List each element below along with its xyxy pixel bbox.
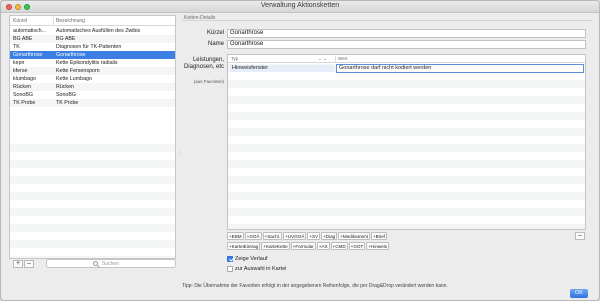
kuerzel-field[interactable]: Gonarthrose <box>227 29 586 38</box>
column-divider[interactable] <box>53 17 54 25</box>
window-title: Verwaltung Aktionsketten <box>260 2 340 9</box>
list-item-kuerzel: BG ABE <box>13 36 33 42</box>
list-item-kuerzel: Rücken <box>13 84 31 90</box>
zur-auswahl-checkbox[interactable] <box>227 266 233 272</box>
add-chain-button[interactable]: + <box>13 260 23 268</box>
wert-cell-editor[interactable]: Gonarthrose darf nicht kodiert werden <box>336 64 584 73</box>
list-item-bezeichnung: TK Probe <box>56 100 79 106</box>
name-field[interactable]: Gonarthrose <box>227 40 586 49</box>
list-item-bezeichnung: Kette Epikondylitis radialis <box>56 60 118 66</box>
column-header-kuerzel[interactable]: Kürzel <box>13 18 27 24</box>
list-item-bezeichnung: Gonarthrose <box>56 52 86 58</box>
sort-arrows-icon: ⌄ ⌄ <box>318 56 327 61</box>
add-uvgoä-button[interactable]: +UVGOÄ <box>283 232 307 240</box>
add-hinweis-button[interactable]: +Hinweis <box>366 242 390 250</box>
add-item-buttons-row-2: +KarteiEintrag +KarteKette +Formular +AS +CM… <box>227 242 417 251</box>
list-item-bezeichnung: Kette Fersensporn <box>56 68 100 74</box>
list-item[interactable]: automatisch... Automatisches Ausfüllen de… <box>10 27 175 35</box>
list-item[interactable]: Rücken Rücken <box>10 83 175 91</box>
list-item[interactable]: klumbago Kette Lumbago <box>10 75 175 83</box>
items-table-header: Typ ⌄ ⌄ Wert <box>228 55 585 63</box>
list-item[interactable]: kfersе Kette Fersensporn <box>10 67 175 75</box>
list-item-bezeichnung: Diagnosen für TK-Patienten <box>56 44 122 50</box>
list-item[interactable]: TK Probe TK Probe <box>10 99 175 107</box>
zeige-verlauf-label[interactable]: Zeige Verlauf <box>235 256 267 262</box>
typ-cell[interactable]: Hinweisfenster <box>230 65 334 72</box>
table-row[interactable]: Hinweisfenster Gonarthrose darf nicht ko… <box>228 64 585 73</box>
column-header-wert[interactable]: Wert <box>338 56 347 61</box>
add-item-buttons-row-1: +EBM +GOÄ +Sachl. +UVGOÄ +SV +Diag +Medikament… <box>227 232 417 241</box>
chain-items-table[interactable]: Typ ⌄ ⌄ Wert Hinweisfenster Gonarthrose … <box>227 54 586 230</box>
items-sublabel: (aus Favoriten) <box>193 79 224 84</box>
tip-text: Tipp: Die Übernahme der Favoriten erfolg… <box>182 283 448 289</box>
search-icon <box>93 261 98 266</box>
split-view-handle[interactable]: ⋮ <box>178 151 183 157</box>
list-item-bezeichnung: Rücken <box>56 84 74 90</box>
list-item[interactable]: BG ABE BG ABE <box>10 35 175 43</box>
column-header-typ[interactable]: Typ <box>231 56 238 61</box>
list-item-kuerzel: automatisch... <box>13 28 46 34</box>
list-item[interactable]: SonoBG SonoBG <box>10 91 175 99</box>
add-ebm-button[interactable]: +EBM <box>227 232 244 240</box>
list-item-kuerzel: kepir <box>13 60 25 66</box>
list-item-kuerzel: Gonarthrose <box>13 52 43 58</box>
add-sv-button[interactable]: +SV <box>307 232 321 240</box>
add-as-button[interactable]: +AS <box>316 242 330 250</box>
list-item-kuerzel: TK <box>13 44 20 50</box>
add-cmd-button[interactable]: +CMD <box>330 242 348 250</box>
zur-auswahl-label[interactable]: zur Auswahl in Kartei <box>235 266 286 272</box>
list-item-kuerzel: TK Probe <box>13 100 36 106</box>
add-formular-button[interactable]: +Formular <box>290 242 316 250</box>
add-goä-button[interactable]: +GOÄ <box>244 232 262 240</box>
kuerzel-label: Kürzel <box>206 30 224 36</box>
zeige-verlauf-checkbox[interactable] <box>227 256 233 262</box>
name-label: Name <box>207 41 224 47</box>
search-field[interactable]: Suchen <box>46 259 176 268</box>
column-header-bezeichnung[interactable]: Bezeichnung <box>56 18 85 24</box>
chain-list-empty-area <box>10 136 175 258</box>
aktionsketten-window: Verwaltung Aktionsketten Kürzel Bezeichn… <box>0 0 600 301</box>
list-item-kuerzel: kfersе <box>13 68 28 74</box>
add-medikament-button[interactable]: +Medikament <box>338 232 370 240</box>
items-label: Leistungen, Diagnosen, etc <box>183 57 224 70</box>
add-got-button[interactable]: +GOT <box>348 242 366 250</box>
chain-list-rows: automatisch... Automatisches Ausfüllen de… <box>10 27 175 107</box>
list-item-kuerzel: klumbago <box>13 76 36 82</box>
chain-list: Kürzel Bezeichnung automatisch... Automat… <box>9 15 176 259</box>
add-karteieintrag-button[interactable]: +KarteiEintrag <box>227 242 261 250</box>
add-sachl-button[interactable]: +Sachl. <box>262 232 282 240</box>
search-placeholder: Suchen <box>102 261 119 267</box>
remove-chain-button[interactable]: – <box>24 260 34 268</box>
list-item-bezeichnung: SonoBG <box>56 92 77 98</box>
list-item-kuerzel: SonoBG <box>13 92 34 98</box>
items-table-body: Hinweisfenster Gonarthrose darf nicht ko… <box>228 64 585 229</box>
add-diag-button[interactable]: +Diag <box>321 232 338 240</box>
add-kartekette-button[interactable]: +KarteKette <box>261 242 290 250</box>
column-divider[interactable] <box>335 56 336 62</box>
list-item-bezeichnung: Automatisches Ausfüllen des Zwibis <box>56 28 141 34</box>
chain-list-header: Kürzel Bezeichnung <box>10 16 175 26</box>
list-item[interactable]: Gonarthrose Gonarthrose <box>10 51 175 59</box>
remove-item-button[interactable]: – <box>575 232 585 240</box>
list-item[interactable]: TK Diagnosen für TK-Patienten <box>10 43 175 51</box>
chain-list-toolbar: + – Suchen <box>9 259 176 268</box>
add-item-buttons: +EBM +GOÄ +Sachl. +UVGOÄ +SV +Diag +Medikament… <box>227 232 417 252</box>
list-item[interactable]: kepir Kette Epikondylitis radialis <box>10 59 175 67</box>
add-brief-button[interactable]: +Brief <box>370 232 388 240</box>
list-item-bezeichnung: Kette Lumbago <box>56 76 92 82</box>
ok-button[interactable]: OK <box>570 289 588 298</box>
title-bar: Verwaltung Aktionsketten <box>1 1 599 13</box>
list-item-bezeichnung: BG ABE <box>56 36 76 42</box>
